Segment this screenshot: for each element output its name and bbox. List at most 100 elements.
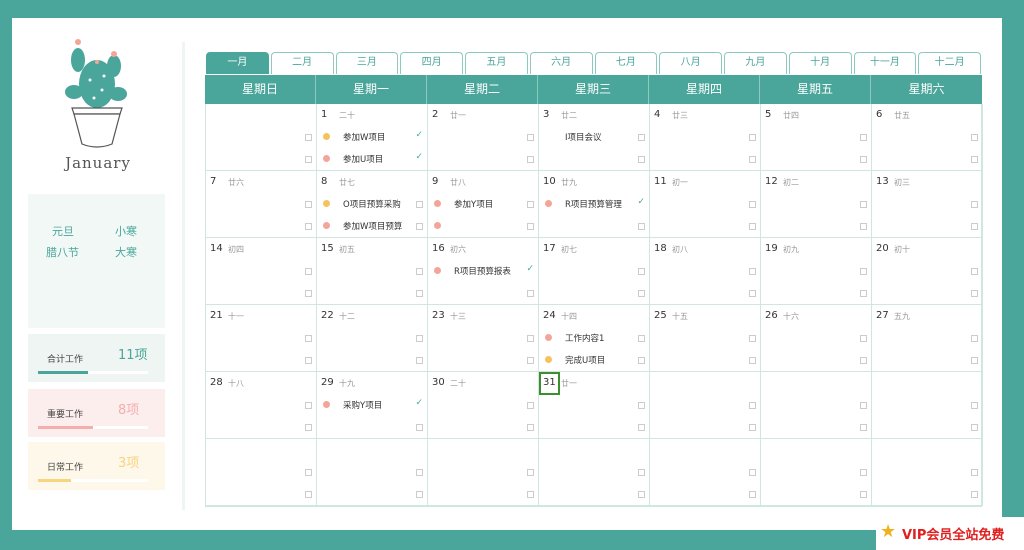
day-cell[interactable]: [650, 439, 761, 506]
day-cell[interactable]: 22 十二: [317, 305, 428, 372]
task-checkbox[interactable]: [860, 156, 867, 163]
tab-month-1[interactable]: 一月: [206, 52, 269, 74]
task-checkbox[interactable]: [305, 134, 312, 141]
task-checkbox[interactable]: [749, 469, 756, 476]
task-item[interactable]: R项目预算报表 ✓: [428, 264, 538, 278]
tab-month-8[interactable]: 八月: [659, 52, 722, 74]
day-cell[interactable]: 30 二十: [428, 372, 539, 439]
task-checkbox[interactable]: [305, 357, 312, 364]
day-cell[interactable]: 21 十一: [206, 305, 317, 372]
day-cell[interactable]: 17 初七: [539, 238, 650, 305]
day-cell[interactable]: 28 十八: [206, 372, 317, 439]
task-checkbox[interactable]: [638, 402, 645, 409]
task-checkbox[interactable]: [527, 134, 534, 141]
day-cell[interactable]: 16 初六 R项目预算报表 ✓: [428, 238, 539, 305]
task-checkbox[interactable]: [305, 491, 312, 498]
task-checkbox[interactable]: [305, 424, 312, 431]
task-item[interactable]: 参加U项目 ✓: [317, 152, 427, 166]
task-checkbox[interactable]: [305, 156, 312, 163]
task-checkbox[interactable]: [638, 268, 645, 275]
day-cell[interactable]: [317, 439, 428, 506]
day-cell[interactable]: [206, 439, 317, 506]
day-cell[interactable]: 29 十九 采购Y项目 ✓: [317, 372, 428, 439]
task-checkbox[interactable]: [971, 335, 978, 342]
task-checkbox[interactable]: [749, 290, 756, 297]
day-cell[interactable]: 15 初五: [317, 238, 428, 305]
task-checkbox[interactable]: [971, 223, 978, 230]
day-cell[interactable]: 23 十三: [428, 305, 539, 372]
task-checkbox[interactable]: [305, 335, 312, 342]
task-item[interactable]: 参加W项目预算: [317, 219, 427, 233]
task-checkbox[interactable]: [971, 201, 978, 208]
task-checkbox[interactable]: [860, 268, 867, 275]
task-checkbox[interactable]: [527, 491, 534, 498]
task-item[interactable]: 采购Y项目 ✓: [317, 398, 427, 412]
day-cell[interactable]: 26 十六: [761, 305, 872, 372]
task-item[interactable]: 参加W项目 ✓: [317, 130, 427, 144]
tab-month-4[interactable]: 四月: [400, 52, 463, 74]
day-cell[interactable]: [872, 439, 983, 506]
task-checkbox[interactable]: [860, 469, 867, 476]
tab-month-5[interactable]: 五月: [465, 52, 528, 74]
task-checkbox[interactable]: [860, 201, 867, 208]
day-cell[interactable]: [761, 372, 872, 439]
day-cell[interactable]: [650, 372, 761, 439]
day-cell[interactable]: [428, 439, 539, 506]
task-checkbox[interactable]: [305, 223, 312, 230]
day-cell[interactable]: [872, 372, 983, 439]
task-checkbox[interactable]: [971, 268, 978, 275]
day-cell[interactable]: 6 廿五: [872, 104, 983, 171]
task-checkbox[interactable]: [971, 491, 978, 498]
task-checkbox[interactable]: [860, 424, 867, 431]
day-cell[interactable]: 20 初十: [872, 238, 983, 305]
task-checkbox[interactable]: [638, 290, 645, 297]
task-checkbox[interactable]: [527, 424, 534, 431]
task-checkbox[interactable]: [305, 290, 312, 297]
day-cell[interactable]: 12 初二: [761, 171, 872, 238]
task-checkbox[interactable]: [971, 156, 978, 163]
task-checkbox[interactable]: [638, 156, 645, 163]
task-checkbox[interactable]: [971, 424, 978, 431]
task-checkbox[interactable]: [416, 357, 423, 364]
task-checkbox[interactable]: [860, 223, 867, 230]
task-item[interactable]: [428, 219, 538, 233]
day-cell[interactable]: 3 廿二 I项目会议: [539, 104, 650, 171]
task-checkbox[interactable]: [971, 469, 978, 476]
task-checkbox[interactable]: [749, 357, 756, 364]
tab-month-7[interactable]: 七月: [594, 52, 658, 74]
day-cell[interactable]: 14 初四: [206, 238, 317, 305]
tab-month-6[interactable]: 六月: [529, 52, 593, 74]
task-item[interactable]: 完成U项目: [539, 353, 649, 367]
task-item[interactable]: I项目会议: [539, 130, 649, 144]
day-cell[interactable]: [206, 104, 317, 171]
day-cell[interactable]: 24 十四 工作内容1 完成U项目: [539, 305, 650, 372]
task-checkbox[interactable]: [416, 268, 423, 275]
tab-month-12[interactable]: 十二月: [918, 52, 981, 74]
day-cell[interactable]: 7 廿六: [206, 171, 317, 238]
task-checkbox[interactable]: [749, 156, 756, 163]
task-checkbox[interactable]: [638, 469, 645, 476]
task-checkbox[interactable]: [860, 134, 867, 141]
task-checkbox[interactable]: [305, 402, 312, 409]
tab-month-3[interactable]: 三月: [335, 52, 399, 74]
task-checkbox[interactable]: [749, 268, 756, 275]
task-checkbox[interactable]: [971, 290, 978, 297]
task-checkbox[interactable]: [416, 335, 423, 342]
task-checkbox[interactable]: [305, 201, 312, 208]
day-cell[interactable]: 19 初九: [761, 238, 872, 305]
task-checkbox[interactable]: [527, 156, 534, 163]
task-checkbox[interactable]: [527, 290, 534, 297]
day-cell[interactable]: [761, 439, 872, 506]
task-checkbox[interactable]: [527, 335, 534, 342]
task-checkbox[interactable]: [527, 469, 534, 476]
task-checkbox[interactable]: [305, 469, 312, 476]
task-checkbox[interactable]: [416, 290, 423, 297]
task-checkbox[interactable]: [749, 424, 756, 431]
task-checkbox[interactable]: [971, 134, 978, 141]
task-checkbox[interactable]: [416, 424, 423, 431]
task-checkbox[interactable]: [416, 469, 423, 476]
day-cell[interactable]: [539, 439, 650, 506]
task-checkbox[interactable]: [749, 402, 756, 409]
day-cell[interactable]: 31 廿一: [539, 372, 650, 439]
day-cell[interactable]: 27 五九: [872, 305, 983, 372]
